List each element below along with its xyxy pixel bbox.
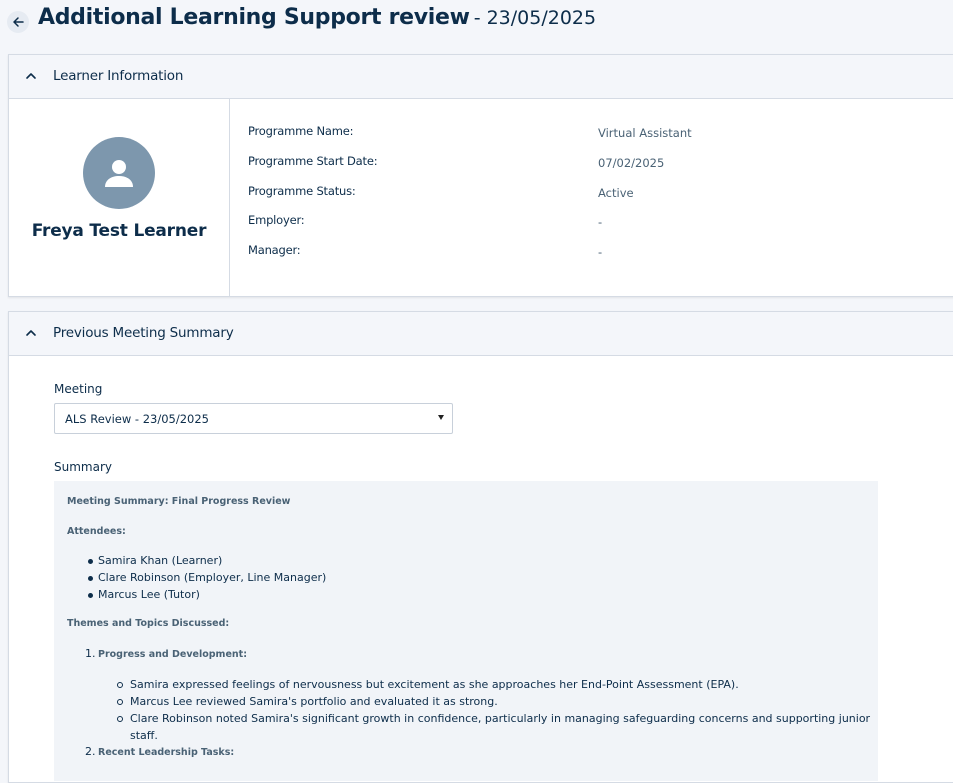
info-label: Employer: <box>248 213 305 227</box>
page-title: Additional Learning Support review - 23/0… <box>38 5 596 30</box>
info-label: Programme Status: <box>248 184 356 198</box>
info-value: Virtual Assistant <box>598 126 692 140</box>
avatar <box>83 137 155 209</box>
info-label: Programme Name: <box>248 124 354 138</box>
info-value: 07/02/2025 <box>598 156 665 170</box>
list-item: Clare Robinson noted Samira's significan… <box>130 712 871 725</box>
previous-meeting-summary-card: Previous Meeting Summary Meeting ALS Rev… <box>8 311 953 783</box>
page-title-text: Additional Learning Support review <box>38 5 470 30</box>
chevron-up-icon[interactable] <box>24 326 38 340</box>
list-item: Marcus Lee reviewed Samira's portfolio a… <box>130 695 498 708</box>
list-bullet <box>88 559 93 564</box>
list-bullet <box>88 576 93 581</box>
summary-content: Meeting Summary: Final Progress Review A… <box>54 481 878 781</box>
list-item-continuation: staff. <box>130 729 158 742</box>
list-item: Samira Khan (Learner) <box>98 554 223 567</box>
page-header: Additional Learning Support review - 23/0… <box>0 0 953 44</box>
list-item: Samira expressed feelings of nervousness… <box>130 678 739 691</box>
arrow-left-icon <box>13 17 24 27</box>
list-bullet <box>117 716 123 722</box>
info-value: Active <box>598 186 634 200</box>
list-bullet <box>117 699 123 705</box>
attendees-heading: Attendees: <box>67 526 126 537</box>
learner-profile: Freya Test Learner <box>9 99 230 296</box>
info-label: Manager: <box>248 243 301 257</box>
person-icon <box>105 160 133 187</box>
back-button[interactable] <box>7 11 29 33</box>
caret-down-icon[interactable] <box>438 415 444 420</box>
learner-name: Freya Test Learner <box>31 221 207 241</box>
learner-information-title: Learner Information <box>53 68 184 84</box>
theme-title: Recent Leadership Tasks: <box>98 747 235 758</box>
page-title-date: - 23/05/2025 <box>473 7 597 29</box>
summary-heading: Meeting Summary: Final Progress Review <box>67 496 291 507</box>
previous-meeting-summary-header[interactable]: Previous Meeting Summary <box>9 312 953 356</box>
learner-information-card: Learner Information Freya Test Learner P… <box>8 54 953 297</box>
meeting-select[interactable]: ALS Review - 23/05/2025 <box>54 403 453 434</box>
info-value: - <box>598 215 603 229</box>
summary-label: Summary <box>54 460 112 474</box>
list-bullet <box>117 682 123 688</box>
list-bullet <box>88 593 93 598</box>
meeting-label: Meeting <box>54 382 103 396</box>
theme-title: Progress and Development: <box>98 649 247 660</box>
list-number: 1. <box>85 647 96 660</box>
list-item: Marcus Lee (Tutor) <box>98 588 200 601</box>
themes-heading: Themes and Topics Discussed: <box>67 618 230 629</box>
list-number: 2. <box>85 745 96 758</box>
learner-information-header[interactable]: Learner Information <box>9 55 953 99</box>
info-value: - <box>598 245 603 259</box>
info-label: Programme Start Date: <box>248 154 378 168</box>
chevron-up-icon[interactable] <box>24 69 38 83</box>
list-item: Clare Robinson (Employer, Line Manager) <box>98 571 327 584</box>
previous-meeting-summary-title: Previous Meeting Summary <box>53 325 234 341</box>
meeting-select-value: ALS Review - 23/05/2025 <box>65 412 210 426</box>
